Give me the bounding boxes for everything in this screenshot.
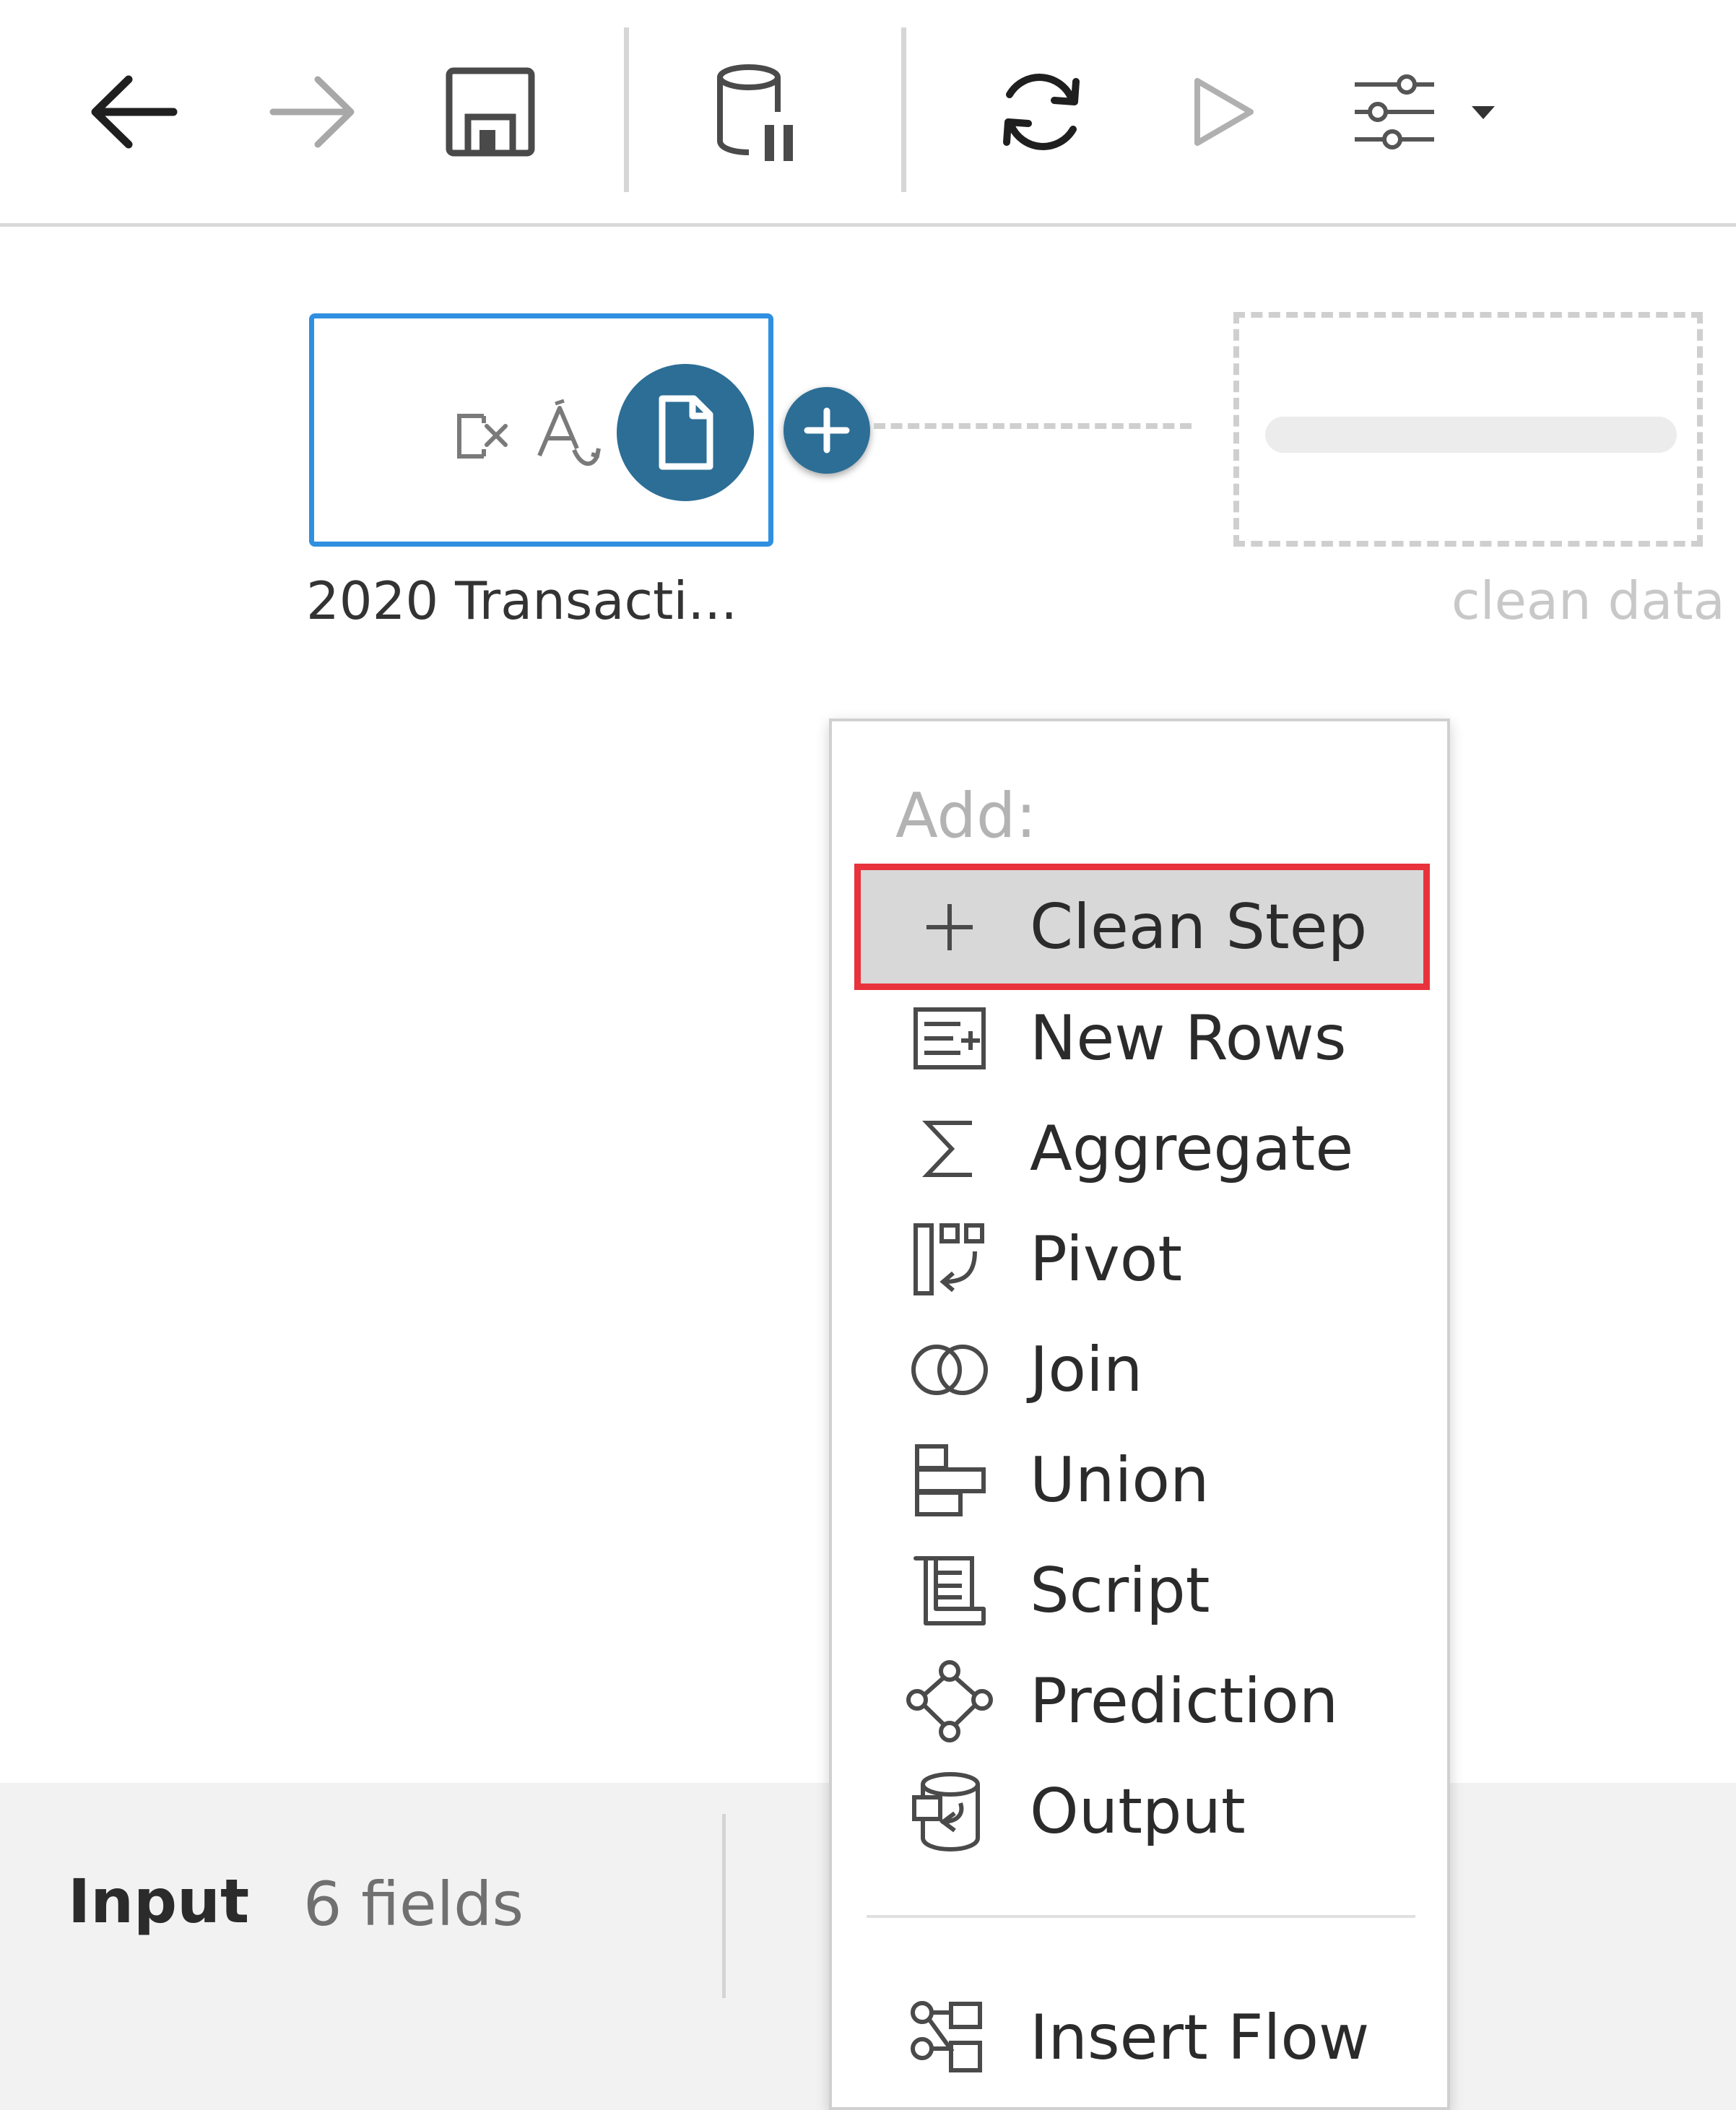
plus-icon	[804, 407, 850, 453]
menu-item-insert-flow[interactable]: Insert Flow	[852, 1983, 1430, 2093]
back-button[interactable]	[79, 58, 188, 166]
forward-button[interactable]	[259, 58, 367, 166]
input-step-node[interactable]	[309, 313, 773, 547]
ghost-step-label: clean data	[1451, 570, 1725, 631]
input-step-label[interactable]: 2020 Transacti...	[306, 570, 737, 631]
play-icon	[1194, 78, 1254, 146]
menu-item-new-rows[interactable]: New Rows	[852, 984, 1430, 1093]
output-icon	[895, 1757, 1004, 1867]
menu-item-aggregate[interactable]: Aggregate	[852, 1094, 1430, 1204]
pivot-icon	[895, 1204, 1004, 1314]
save-button[interactable]	[436, 58, 544, 166]
arrow-left-icon	[91, 75, 178, 149]
menu-item-prediction[interactable]: Prediction	[852, 1646, 1430, 1756]
database-pause-icon	[717, 64, 793, 161]
arrow-right-icon	[269, 76, 355, 148]
highlight-outline	[854, 864, 1430, 990]
ghost-step-placeholder	[1233, 312, 1703, 547]
menu-item-pivot[interactable]: Pivot	[852, 1204, 1430, 1314]
script-icon	[895, 1536, 1004, 1646]
menu-item-join[interactable]: Join	[852, 1315, 1430, 1425]
menu-divider	[867, 1915, 1415, 1918]
panel-title: Input	[68, 1866, 250, 1937]
add-step-button[interactable]	[784, 387, 870, 474]
toolbar-separator	[624, 27, 629, 192]
new-rows-icon	[895, 984, 1004, 1093]
input-step-badge	[617, 364, 754, 501]
menu-item-script[interactable]: Script	[852, 1536, 1430, 1646]
menu-item-union[interactable]: Union	[852, 1425, 1430, 1535]
prediction-icon	[895, 1646, 1004, 1756]
toolbar	[0, 0, 1736, 227]
chevron-down-icon	[1472, 106, 1495, 119]
panel-separator	[722, 1814, 726, 1998]
sliders-icon	[1355, 74, 1495, 149]
save-icon	[446, 67, 535, 157]
join-icon	[895, 1315, 1004, 1425]
sigma-icon	[895, 1094, 1004, 1204]
rename-field-icon	[531, 398, 603, 477]
refresh-button[interactable]	[987, 58, 1095, 166]
menu-item-output[interactable]: Output	[852, 1757, 1430, 1867]
refresh-icon	[1003, 74, 1080, 150]
connector-line	[874, 423, 1192, 429]
ghost-step-bar	[1265, 417, 1677, 453]
remove-field-icon	[450, 404, 515, 469]
insert-flow-icon	[895, 1983, 1004, 2093]
union-icon	[895, 1425, 1004, 1535]
toolbar-separator	[901, 27, 906, 192]
file-icon	[659, 395, 713, 470]
run-flow-button[interactable]	[1168, 58, 1277, 166]
flow-options-button[interactable]	[1342, 58, 1508, 166]
pause-data-updates-button[interactable]	[704, 58, 812, 166]
menu-header: Add:	[895, 780, 1037, 852]
field-count: 6 fields	[303, 1869, 524, 1940]
